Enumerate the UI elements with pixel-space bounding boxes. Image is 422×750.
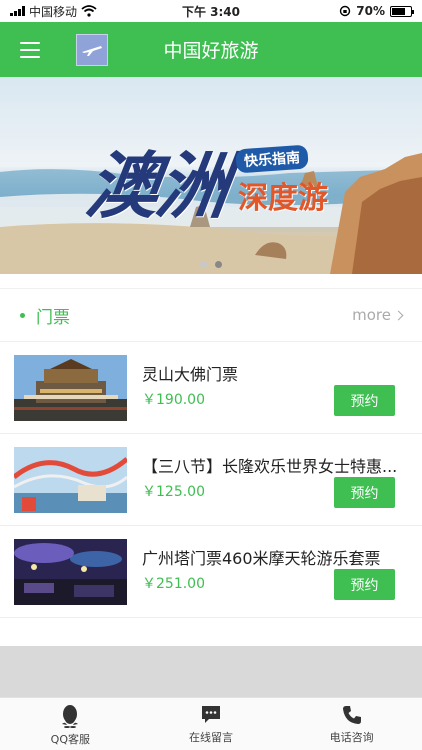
carousel-dots[interactable]	[0, 261, 422, 268]
carrier-label: 中国移动	[29, 4, 78, 19]
status-right: 70%	[262, 4, 414, 18]
more-label: more	[352, 306, 391, 324]
product-thumb-rollercoaster	[14, 447, 127, 513]
tab-label: 电话咨询	[329, 731, 374, 744]
message-bubble-icon	[202, 706, 220, 723]
product-row[interactable]: 【三八节】长隆欢乐世界女士特惠... ￥125.00 预约	[0, 435, 422, 526]
bottom-tab-bar: QQ客服 在线留言 电话咨询	[0, 697, 422, 750]
banner-headline: 深度游	[238, 181, 328, 216]
product-name[interactable]: 【三八节】长隆欢乐世界女士特惠...	[142, 453, 414, 477]
product-thumb-temple	[14, 355, 127, 421]
section-bullet-icon	[20, 312, 25, 318]
status-time: 下午 3:40	[181, 4, 241, 19]
carousel-dot[interactable]	[215, 261, 222, 268]
more-link[interactable]: more	[352, 306, 404, 324]
battery-fill	[392, 7, 405, 15]
rotation-lock-icon	[340, 5, 351, 17]
book-button[interactable]: 预约	[334, 477, 395, 508]
wifi-icon	[81, 5, 97, 17]
phone-icon	[342, 706, 361, 724]
hamburger-menu-icon[interactable]	[20, 41, 40, 58]
product-name[interactable]: 广州塔门票460米摩天轮游乐套票	[142, 545, 414, 569]
airplane-logo-icon	[76, 33, 108, 66]
tab-label: QQ客服	[50, 733, 90, 746]
tab-online-message[interactable]: 在线留言	[141, 698, 282, 750]
product-price: ￥251.00	[142, 576, 205, 592]
product-row[interactable]: 广州塔门票460米摩天轮游乐套票 ￥251.00 预约	[0, 527, 422, 618]
product-thumb-night-venue	[14, 539, 127, 605]
carousel-dot[interactable]	[200, 261, 207, 268]
footer-band	[0, 646, 422, 697]
banner-subtitle: 快乐指南	[235, 144, 309, 174]
banner-title: 澳洲	[81, 143, 234, 228]
signal-icon	[10, 6, 25, 16]
page-title: 中国好旅游	[163, 40, 259, 62]
promo-banner[interactable]: 澳洲 快乐指南 深度游	[0, 77, 422, 274]
product-price: ￥190.00	[142, 392, 205, 408]
tab-phone-consult[interactable]: 电话咨询	[281, 698, 422, 750]
product-price: ￥125.00	[142, 484, 205, 500]
app-header: 中国好旅游	[0, 22, 422, 77]
status-left: 中国移动	[10, 3, 160, 20]
status-bar: 中国移动 下午 3:40 70%	[0, 0, 422, 22]
qq-penguin-icon	[62, 705, 79, 728]
book-button[interactable]: 预约	[334, 569, 395, 600]
product-name[interactable]: 灵山大佛门票	[142, 361, 414, 385]
book-button[interactable]: 预约	[334, 385, 395, 416]
tab-label: 在线留言	[189, 731, 233, 744]
tab-qq-service[interactable]: QQ客服	[0, 698, 141, 750]
chevron-right-icon	[393, 310, 404, 320]
product-row[interactable]: 灵山大佛门票 ￥190.00 预约	[0, 343, 422, 434]
section-header: 门票 more	[0, 288, 422, 342]
section-title: 门票	[36, 307, 70, 328]
battery-icon	[390, 5, 414, 17]
battery-percent: 70%	[356, 4, 385, 18]
